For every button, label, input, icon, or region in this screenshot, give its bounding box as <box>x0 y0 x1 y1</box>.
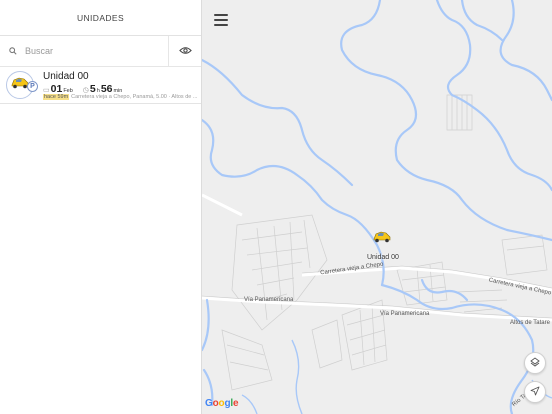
car-icon <box>372 231 392 248</box>
search-input[interactable] <box>25 46 145 56</box>
navigate-icon <box>530 383 540 401</box>
search-row <box>0 36 201 67</box>
unit-list-item[interactable]: P Unidad 00 ▭ 01 Feb ◷ 5 h 56 min hace 5… <box>0 67 201 104</box>
google-logo: Google <box>205 398 239 409</box>
map-canvas <box>202 0 552 414</box>
unit-name: Unidad 00 <box>43 71 89 82</box>
unit-marker[interactable] <box>372 230 392 249</box>
clock-icon: ◷ <box>82 87 89 94</box>
time-ago-badge: hace 59m <box>43 94 70 100</box>
sidebar: UNIDADES P Unidad 00 <box>0 0 202 414</box>
visibility-toggle-button[interactable] <box>169 36 201 66</box>
parking-badge: P <box>27 81 38 92</box>
map-label-road: Vía Panamericana <box>244 297 294 303</box>
unit-marker-label: Unidad 00 <box>367 254 399 261</box>
layers-button[interactable] <box>524 352 546 374</box>
menu-icon-bar <box>214 24 228 26</box>
unit-address-row: hace 59m Carretera vieja a Chepo, Panamá… <box>43 94 198 100</box>
river-network <box>202 0 552 414</box>
search-box[interactable] <box>0 36 169 66</box>
unit-address: Carretera vieja a Chepo, Panamá, 5.00 · … <box>71 94 198 100</box>
search-icon <box>9 42 17 60</box>
menu-icon-bar <box>214 14 228 16</box>
calendar-icon: ▭ <box>43 87 50 94</box>
map-label-road: Vía Panamericana <box>380 311 430 317</box>
menu-button[interactable] <box>214 14 228 26</box>
my-location-button[interactable] <box>524 381 546 403</box>
eye-icon <box>178 42 192 60</box>
streams <box>241 339 552 414</box>
menu-icon-bar <box>214 19 228 21</box>
map-view[interactable]: Carretera vieja a Chepo Carretera vieja … <box>202 0 552 414</box>
layers-icon <box>530 354 540 372</box>
map-label-place: Altos de Tatare <box>510 320 550 326</box>
sidebar-header: UNIDADES <box>0 0 201 36</box>
sidebar-title: UNIDADES <box>76 12 125 23</box>
